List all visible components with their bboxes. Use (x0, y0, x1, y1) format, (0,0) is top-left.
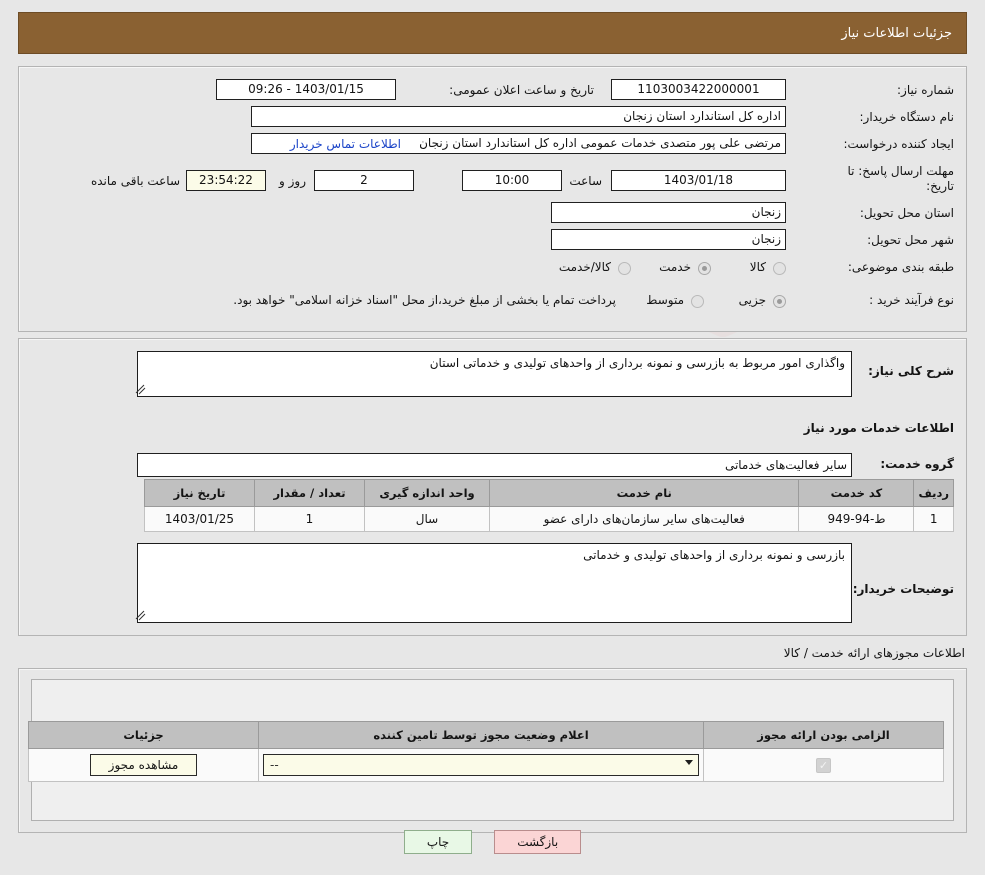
announce-datetime-field[interactable]: 1403/01/15 - 09:26 (216, 79, 396, 100)
th-unit: واحد اندازه گیری (364, 479, 490, 507)
back-button[interactable]: بازگشت (494, 830, 582, 854)
city-label: شهر محل تحویل: (867, 233, 954, 247)
radio-process-0-label: جزیی (738, 293, 766, 307)
radio-category-1[interactable] (698, 262, 711, 275)
table-row: ✓ -- مشاهده مجوز (28, 748, 944, 782)
radio-category-0[interactable] (773, 262, 786, 275)
cell-row-number: 1 (913, 506, 954, 532)
province-field[interactable]: زنجان (551, 202, 786, 223)
permit-status-value: -- (270, 758, 279, 772)
buyer-org-field[interactable]: اداره کل استاندارد استان زنجان (251, 106, 786, 127)
service-group-field[interactable]: سایر فعالیت‌های خدماتی (137, 453, 852, 477)
th-service-code: کد خدمت (798, 479, 915, 507)
days-word-label: روز و (279, 174, 306, 188)
print-button[interactable]: چاپ (403, 830, 473, 854)
need-info-panel: شماره نیاز: 1103003422000001 تاریخ و ساع… (18, 66, 967, 332)
cell-permit-details: مشاهده مجوز (28, 748, 259, 782)
buyer-org-label: نام دستگاه خریدار: (859, 110, 955, 124)
buyer-notes-label: توضیحات خریدار: (852, 582, 954, 596)
cell-service-code: ط-94-949 (798, 506, 915, 532)
need-number-label: شماره نیاز: (897, 83, 954, 97)
view-permit-button[interactable]: مشاهده مجوز (89, 754, 198, 776)
hour-label: ساعت (569, 174, 602, 188)
cell-permit-status: -- (258, 748, 704, 782)
category-label: طبقه بندی موضوعی: (847, 260, 954, 274)
cell-quantity: 1 (254, 506, 365, 532)
deadline-label: مهلت ارسال پاسخ: تا تاریخ: (847, 164, 954, 193)
announce-datetime-label: تاریخ و ساعت اعلان عمومی: (449, 83, 594, 97)
province-label: استان محل تحویل: (859, 206, 954, 220)
deadline-date-field[interactable]: 1403/01/18 (611, 170, 786, 191)
page-root: AriaTender.net جزئیات اطلاعات نیاز شماره… (0, 0, 985, 875)
services-heading: اطلاعات خدمات مورد نیاز (803, 421, 954, 435)
process-label: نوع فرآیند خرید : (869, 293, 954, 307)
cell-need-date: 1403/01/25 (144, 506, 255, 532)
cell-permit-required: ✓ (703, 748, 944, 782)
requester-label: ایجاد کننده درخواست: (843, 137, 954, 151)
radio-category-0-label: کالا (749, 260, 766, 274)
th-permit-status: اعلام وضعیت مجوز توسط تامین کننده (258, 721, 704, 749)
permit-required-checkbox[interactable]: ✓ (816, 757, 831, 773)
permits-panel: الزامی بودن ارائه مجوز اعلام وضعیت مجوز … (18, 668, 967, 833)
radio-process-1-label: متوسط (646, 293, 684, 307)
th-need-date: تاریخ نیاز (144, 479, 255, 507)
permits-table: الزامی بودن ارائه مجوز اعلام وضعیت مجوز … (28, 721, 944, 782)
th-quantity: تعداد / مقدار (254, 479, 365, 507)
radio-category-2[interactable] (618, 262, 631, 275)
radio-category-1-label: خدمت (659, 260, 691, 274)
countdown-suffix-label: ساعت باقی مانده (90, 174, 180, 188)
radio-process-0[interactable] (773, 295, 786, 308)
service-details-panel: شرح کلی نیاز: واگذاری امور مربوط به بازر… (18, 338, 967, 636)
th-service-name: نام خدمت (488, 479, 800, 507)
th-permit-required: الزامی بودن ارائه مجوز (703, 721, 944, 749)
city-field[interactable]: زنجان (551, 229, 786, 250)
table-row: 1 ط-94-949 فعالیت‌های سایر سازمان‌های دا… (144, 506, 954, 532)
radio-category-2-label: کالا/خدمت (558, 260, 611, 274)
permits-heading: اطلاعات مجوزهای ارائه خدمت / کالا (783, 646, 965, 660)
radio-process-1[interactable] (691, 295, 704, 308)
page-title: جزئیات اطلاعات نیاز (841, 25, 952, 41)
cell-service-name: فعالیت‌های سایر سازمان‌های دارای عضو (488, 506, 800, 532)
th-row-number: ردیف (913, 479, 954, 507)
summary-textarea[interactable]: واگذاری امور مربوط به بازرسی و نمونه برد… (137, 351, 852, 397)
deadline-time-field[interactable]: 10:00 (462, 170, 562, 191)
buyer-contact-link[interactable]: اطلاعات تماس خریدار (290, 137, 401, 151)
window-title-bar: جزئیات اطلاعات نیاز (18, 12, 967, 54)
cell-unit: سال (364, 506, 490, 532)
services-table: ردیف کد خدمت نام خدمت واحد اندازه گیری ت… (144, 479, 954, 532)
footer-actions: بازگشت چاپ (0, 830, 985, 854)
permit-status-select[interactable]: -- (263, 754, 699, 776)
summary-label: شرح کلی نیاز: (868, 364, 954, 378)
payment-note: پرداخت تمام یا بخشی از مبلغ خرید،از محل … (233, 293, 616, 307)
chevron-down-icon (685, 760, 693, 765)
countdown-field: 23:54:22 (186, 170, 266, 191)
service-group-label: گروه خدمت: (880, 457, 954, 471)
days-remaining-field[interactable]: 2 (314, 170, 414, 191)
services-table-header-row: ردیف کد خدمت نام خدمت واحد اندازه گیری ت… (144, 479, 954, 507)
th-permit-details: جزئیات (28, 721, 259, 749)
buyer-notes-textarea[interactable]: بازرسی و نمونه برداری از واحدهای تولیدی … (137, 543, 852, 623)
need-number-field[interactable]: 1103003422000001 (611, 79, 786, 100)
permits-table-header-row: الزامی بودن ارائه مجوز اعلام وضعیت مجوز … (28, 721, 944, 749)
